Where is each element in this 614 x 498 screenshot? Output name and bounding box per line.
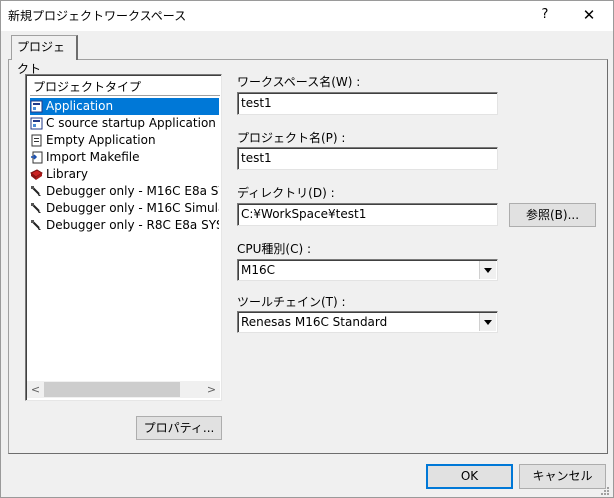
toolchain-value: Renesas M16C Standard xyxy=(241,315,388,329)
list-item[interactable]: Import Makefile xyxy=(30,149,219,166)
dialog-title: 新規プロジェクトワークスペース xyxy=(8,9,187,23)
debugger-icon xyxy=(31,186,41,196)
list-item-label: Import Makefile xyxy=(46,150,140,164)
tab-project[interactable]: プロジェクト xyxy=(11,35,78,76)
list-item-label: Debugger only - M16C E8a SYSTEM xyxy=(46,184,219,198)
resize-grip-icon[interactable] xyxy=(598,484,610,496)
cpu-type-label: CPU種別(C) : xyxy=(237,242,311,256)
project-type-list[interactable]: プロジェクトタイプ Application C source startup A… xyxy=(25,74,222,401)
browse-button[interactable]: 参照(B)... xyxy=(509,203,596,227)
cpu-type-value: M16C xyxy=(241,263,276,277)
list-item[interactable]: Debugger only - R8C E8a SYSTEM xyxy=(30,217,219,234)
list-item[interactable]: Debugger only - M16C Simulator xyxy=(30,200,219,217)
workspace-name-label: ワークスペース名(W) : xyxy=(237,75,361,89)
list-item[interactable]: Library xyxy=(30,166,219,183)
chevron-down-icon[interactable] xyxy=(479,313,496,331)
scroll-right-icon[interactable]: > xyxy=(203,381,220,398)
cancel-button[interactable]: キャンセル xyxy=(519,464,606,489)
chevron-down-icon[interactable] xyxy=(479,261,496,279)
new-project-workspace-dialog: 新規プロジェクトワークスペース ? ✕ プロジェクト プロジェクトタイプ App… xyxy=(0,0,614,498)
debugger-icon xyxy=(31,220,41,230)
list-item-label: Debugger only - R8C E8a SYSTEM xyxy=(46,218,219,232)
list-item[interactable]: Application xyxy=(30,98,219,115)
list-header: プロジェクトタイプ xyxy=(30,79,220,96)
list-item-label: Debugger only - M16C Simulator xyxy=(46,201,219,215)
debugger-icon xyxy=(31,203,41,213)
list-item[interactable]: Debugger only - M16C E8a SYSTEM xyxy=(30,183,219,200)
horizontal-scrollbar[interactable]: < > xyxy=(27,381,220,398)
directory-input[interactable]: C:¥WorkSpace¥test1 xyxy=(237,203,498,226)
list-item[interactable]: Empty Application xyxy=(30,132,219,149)
toolchain-select[interactable]: Renesas M16C Standard xyxy=(237,311,498,333)
directory-label: ディレクトリ(D) : xyxy=(237,186,335,200)
makefile-icon xyxy=(31,151,43,164)
scrollbar-thumb[interactable] xyxy=(44,382,180,397)
workspace-name-input[interactable]: test1 xyxy=(237,92,498,115)
properties-button[interactable]: プロパティ... xyxy=(136,416,222,440)
project-name-label: プロジェクト名(P) : xyxy=(237,131,346,145)
list-item-label: Library xyxy=(46,167,88,181)
list-item-label: C source startup Application xyxy=(46,116,216,130)
cpu-type-select[interactable]: M16C xyxy=(237,259,498,281)
list-item[interactable]: C source startup Application xyxy=(30,115,219,132)
scroll-left-icon[interactable]: < xyxy=(27,381,44,398)
project-name-input[interactable]: test1 xyxy=(237,147,498,170)
help-button[interactable]: ? xyxy=(532,3,558,27)
toolchain-label: ツールチェイン(T) : xyxy=(237,295,346,309)
application-icon xyxy=(30,117,43,130)
list-item-label: Application xyxy=(46,99,114,113)
close-button[interactable]: ✕ xyxy=(571,3,607,27)
library-icon xyxy=(30,169,43,180)
ok-button[interactable]: OK xyxy=(426,464,513,489)
title-bar: 新規プロジェクトワークスペース ? ✕ xyxy=(1,1,613,31)
application-icon xyxy=(30,100,43,113)
list-item-label: Empty Application xyxy=(46,133,156,147)
list-items: Application C source startup Application… xyxy=(30,98,219,234)
empty-application-icon xyxy=(31,134,42,147)
